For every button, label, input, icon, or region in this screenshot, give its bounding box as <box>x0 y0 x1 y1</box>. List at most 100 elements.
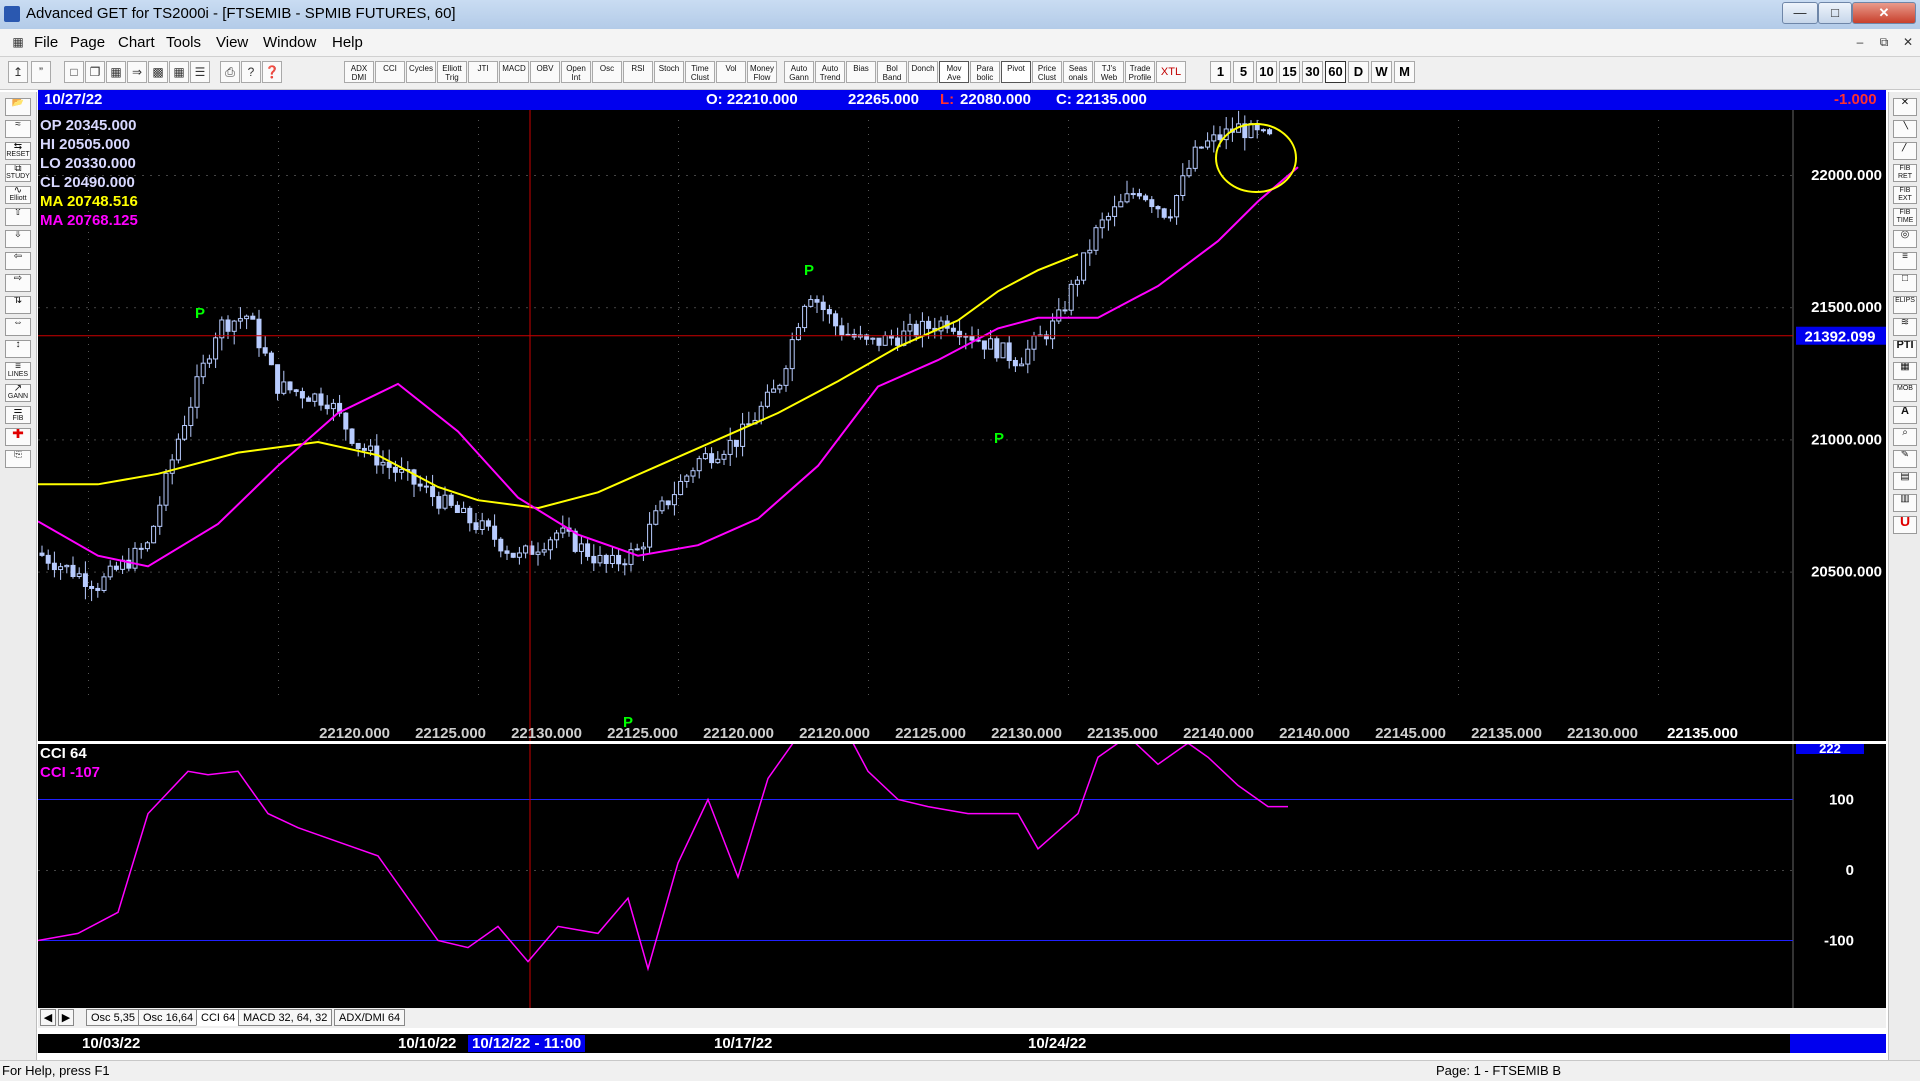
indicator-button-1[interactable]: CCI <box>375 61 405 83</box>
right-tool-12[interactable]: ▦ <box>1893 362 1917 380</box>
list-icon[interactable]: ☰ <box>190 61 210 83</box>
right-tool-9[interactable]: ELIPS <box>1893 296 1917 314</box>
left-tool-15[interactable]: ✚ <box>5 428 31 446</box>
print-icon[interactable]: ⎙ <box>220 61 240 83</box>
indicator-button-23[interactable]: Seas onals <box>1063 61 1093 83</box>
tab-scroll-right-icon[interactable]: ▶ <box>58 1009 74 1026</box>
pane-tab-4[interactable]: ADX/DMI 64 <box>334 1009 406 1026</box>
left-tool-3[interactable]: ⧉ STUDY <box>5 164 31 182</box>
indicator-button-5[interactable]: MACD <box>499 61 529 83</box>
tab-scroll-left-icon[interactable]: ◀ <box>40 1009 56 1026</box>
hint-icon[interactable]: ? <box>241 61 261 83</box>
quote-icon[interactable]: ” <box>31 61 51 83</box>
copy-icon[interactable]: ❐ <box>85 61 105 83</box>
indicator-button-20[interactable]: Para bolic <box>970 61 1000 83</box>
indicator-button-22[interactable]: Price Clust <box>1032 61 1062 83</box>
menu-page[interactable]: Page <box>70 34 105 51</box>
mdi-close-icon[interactable]: ✕ <box>1898 33 1918 51</box>
right-tool-5[interactable]: FIB TIME <box>1893 208 1917 226</box>
right-tool-19[interactable]: U <box>1893 516 1917 534</box>
indicator-button-0[interactable]: ADX DMI <box>344 61 374 83</box>
timeframe-1[interactable]: 1 <box>1210 61 1231 83</box>
indicator-button-11[interactable]: Time Clust <box>685 61 715 83</box>
timeframe-10[interactable]: 10 <box>1256 61 1277 83</box>
date-scroll-box[interactable] <box>1790 1034 1886 1053</box>
indicator-button-19[interactable]: Mov Ave <box>939 61 969 83</box>
indicator-button-7[interactable]: Open Int <box>561 61 591 83</box>
indicator-button-15[interactable]: Auto Trend <box>815 61 845 83</box>
indicator-button-16[interactable]: Bias <box>846 61 876 83</box>
indicator-button-4[interactable]: JTI <box>468 61 498 83</box>
indicator-button-13[interactable]: Money Flow <box>747 61 777 83</box>
chart-icon[interactable]: ▦ <box>106 61 126 83</box>
left-tool-2[interactable]: ⇆ RESET <box>5 142 31 160</box>
mdi-minimize-icon[interactable]: – <box>1850 33 1870 51</box>
left-tool-14[interactable]: ☰ FIB <box>5 406 31 424</box>
minimize-button[interactable]: — <box>1782 2 1818 24</box>
timeframe-60[interactable]: 60 <box>1325 61 1346 83</box>
left-tool-16[interactable]: ⎘ <box>5 450 31 468</box>
right-tool-4[interactable]: FIB EXT <box>1893 186 1917 204</box>
timeframe-5[interactable]: 5 <box>1233 61 1254 83</box>
left-tool-4[interactable]: ∿ Elliott <box>5 186 31 204</box>
price-pane[interactable]: PPPP 22000.000 21500.000 21000.000 20500.00… <box>37 110 1886 742</box>
left-tool-0[interactable]: 📂 <box>5 98 31 116</box>
forward-icon[interactable]: ⇒ <box>127 61 147 83</box>
left-tool-8[interactable]: ⇨ <box>5 274 31 292</box>
indicator-button-12[interactable]: Vol <box>716 61 746 83</box>
right-tool-3[interactable]: FIB RET <box>1893 164 1917 182</box>
window-icon[interactable]: ▩ <box>148 61 168 83</box>
menu-file[interactable]: File <box>34 34 58 51</box>
mdi-restore-icon[interactable]: ⧉ <box>1874 33 1894 51</box>
pane-tab-1[interactable]: Osc 16,64 <box>138 1009 199 1026</box>
right-tool-14[interactable]: A <box>1893 406 1917 424</box>
grid-icon[interactable]: ▦ <box>169 61 189 83</box>
timeframe-30[interactable]: 30 <box>1302 61 1323 83</box>
pointer-icon[interactable]: ↥ <box>8 61 28 83</box>
pane-tab-0[interactable]: Osc 5,35 <box>86 1009 141 1026</box>
left-tool-7[interactable]: ⇦ <box>5 252 31 270</box>
indicator-button-21[interactable]: Pivot <box>1001 61 1031 83</box>
help-icon[interactable]: ❓ <box>262 61 282 83</box>
right-tool-13[interactable]: MOB <box>1893 384 1917 402</box>
left-tool-9[interactable]: ⇅ <box>5 296 31 314</box>
indicator-button-10[interactable]: Stoch <box>654 61 684 83</box>
pane-tab-2[interactable]: CCI 64 <box>196 1009 241 1026</box>
right-tool-15[interactable]: ⌕ <box>1893 428 1917 446</box>
left-tool-10[interactable]: ⇔ <box>5 318 31 336</box>
indicator-button-3[interactable]: Elliott Trig <box>437 61 467 83</box>
menu-help[interactable]: Help <box>332 34 363 51</box>
indicator-button-24[interactable]: TJ's Web <box>1094 61 1124 83</box>
left-tool-6[interactable]: ⇩ <box>5 230 31 248</box>
right-tool-8[interactable]: □ <box>1893 274 1917 292</box>
left-tool-12[interactable]: ≡ LINES <box>5 362 31 380</box>
right-tool-11[interactable]: PTI <box>1893 340 1917 358</box>
menu-view[interactable]: View <box>216 34 248 51</box>
new-icon[interactable]: □ <box>64 61 84 83</box>
right-tool-2[interactable]: ╱ <box>1893 142 1917 160</box>
right-tool-7[interactable]: ≡ <box>1893 252 1917 270</box>
right-tool-6[interactable]: ◎ <box>1893 230 1917 248</box>
indicator-button-2[interactable]: Cycles <box>406 61 436 83</box>
timeframe-D[interactable]: D <box>1348 61 1369 83</box>
indicator-button-8[interactable]: Osc <box>592 61 622 83</box>
right-tool-16[interactable]: ✎ <box>1893 450 1917 468</box>
right-tool-1[interactable]: ╲ <box>1893 120 1917 138</box>
indicator-button-17[interactable]: Bol Band <box>877 61 907 83</box>
menu-chart[interactable]: Chart <box>118 34 155 51</box>
pane-tab-3[interactable]: MACD 32, 64, 32 <box>238 1009 333 1026</box>
left-tool-13[interactable]: ↗ GANN <box>5 384 31 402</box>
indicator-button-18[interactable]: Donch <box>908 61 938 83</box>
left-tool-11[interactable]: ↕ <box>5 340 31 358</box>
doc-icon[interactable]: ▦ <box>8 33 28 51</box>
menu-window[interactable]: Window <box>263 34 316 51</box>
right-tool-18[interactable]: ▥ <box>1893 494 1917 512</box>
cci-pane[interactable]: 2001000-100 222 CCI 64 CCI -107 <box>37 714 1886 1008</box>
timeframe-M[interactable]: M <box>1394 61 1415 83</box>
timeframe-15[interactable]: 15 <box>1279 61 1300 83</box>
indicator-button-6[interactable]: OBV <box>530 61 560 83</box>
indicator-button-26[interactable]: XTL <box>1156 61 1186 83</box>
right-tool-10[interactable]: ≋ <box>1893 318 1917 336</box>
left-tool-5[interactable]: ⇧ <box>5 208 31 226</box>
indicator-button-25[interactable]: Trade Profile <box>1125 61 1155 83</box>
